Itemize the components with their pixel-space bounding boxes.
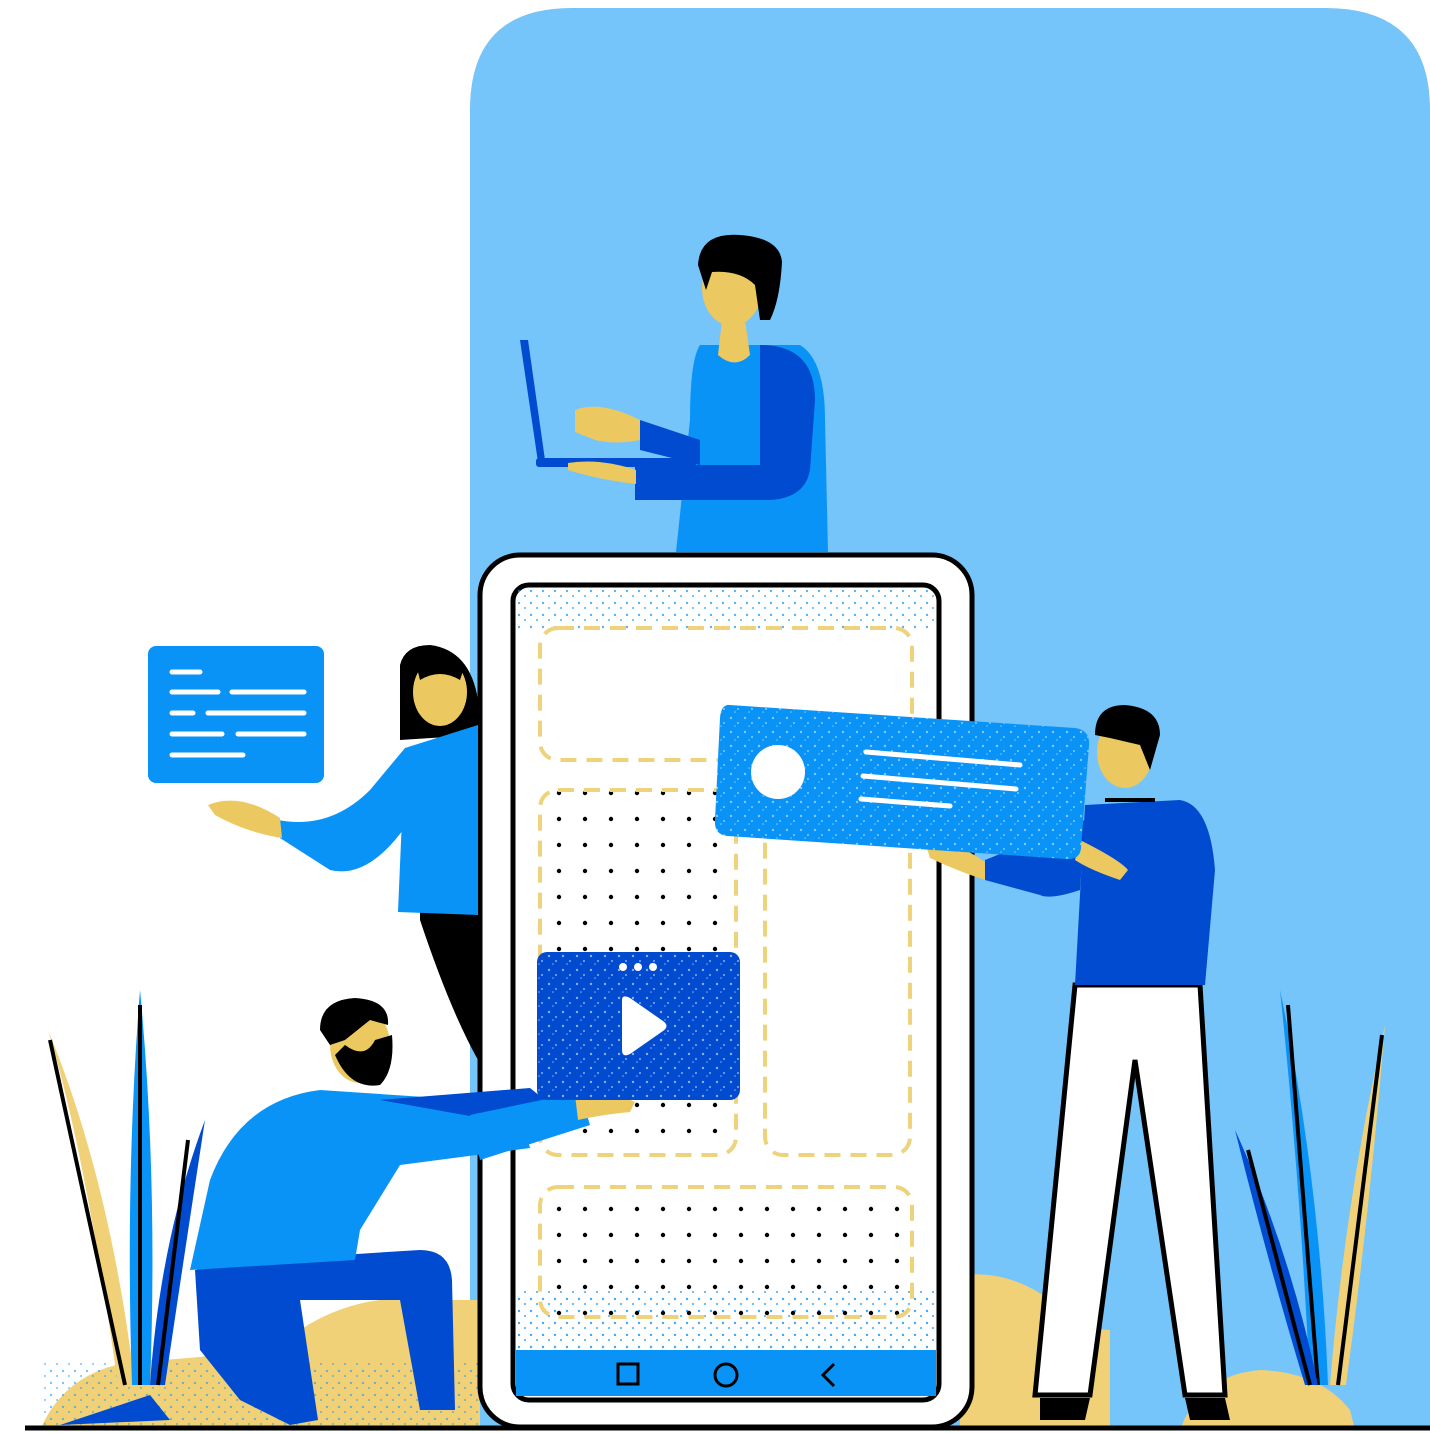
profile-avatar-circle — [751, 745, 805, 799]
profile-card — [714, 704, 1090, 860]
video-player-card — [537, 952, 740, 1100]
illustration-scene — [25, 8, 1430, 1431]
slot-bottom — [538, 1185, 914, 1319]
text-lines-card — [148, 646, 324, 783]
phone-nav-bar — [516, 1350, 936, 1396]
left-plant — [48, 990, 205, 1386]
